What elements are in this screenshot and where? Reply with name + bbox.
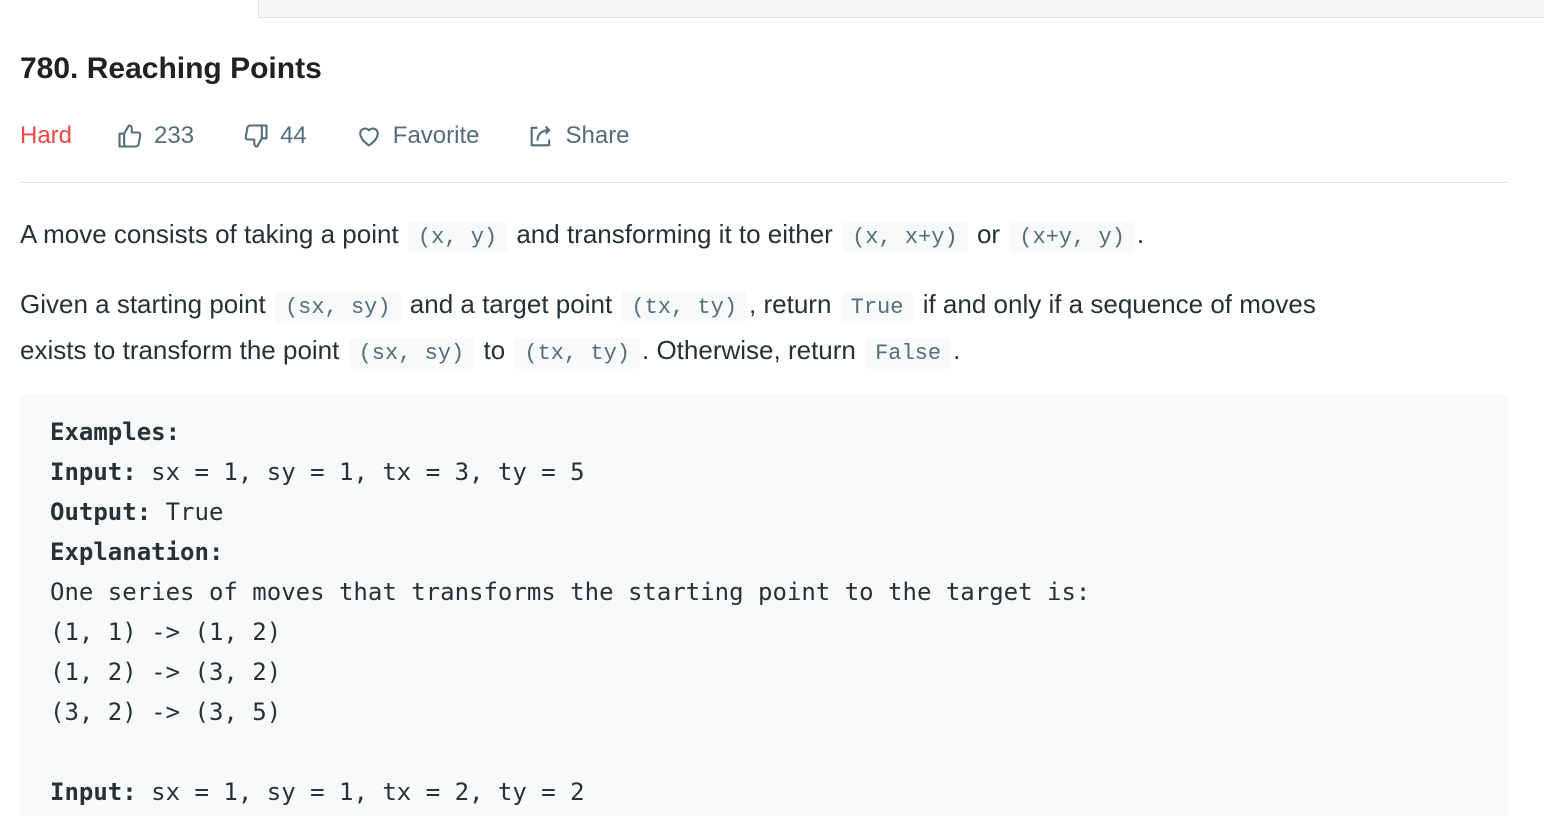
- input-label: Input:: [50, 458, 137, 486]
- inline-code: False: [865, 338, 952, 369]
- inline-code: (tx, ty): [514, 338, 641, 369]
- explanation-text: One series of moves that transforms the …: [50, 578, 1091, 606]
- favorite-button[interactable]: Favorite: [355, 122, 480, 150]
- dislike-button[interactable]: 44: [242, 122, 307, 150]
- thumbs-down-icon: [244, 124, 268, 148]
- move-line: (1, 2) -> (3, 2): [50, 658, 282, 686]
- text-segment: to: [483, 335, 506, 365]
- text-segment: A move consists of taking a point: [20, 219, 399, 249]
- input-value: sx = 1, sy = 1, tx = 3, ty = 5: [136, 458, 585, 486]
- inline-code: (sx, sy): [348, 338, 475, 369]
- favorite-label: Favorite: [392, 122, 480, 149]
- text-segment: and a target point: [409, 289, 613, 319]
- text-segment: if and only if a sequence of moves: [922, 289, 1316, 319]
- output-value: True: [151, 498, 224, 526]
- header-divider: [20, 182, 1508, 183]
- like-button[interactable]: 233: [116, 122, 194, 150]
- description-paragraph-1: A move consists of taking a point (x, y)…: [20, 213, 1144, 259]
- move-line: (1, 1) -> (1, 2): [50, 618, 282, 646]
- text-segment: . Otherwise, return: [642, 335, 856, 365]
- text-segment: exists to transform the point: [20, 335, 340, 365]
- inline-code: True: [840, 292, 914, 323]
- explanation-label: Explanation:: [50, 538, 224, 566]
- input-value: sx = 1, sy = 1, tx = 2, ty = 2: [136, 778, 585, 806]
- share-button[interactable]: Share: [527, 122, 630, 150]
- example-block: Examples: Input: sx = 1, sy = 1, tx = 3,…: [20, 394, 1508, 816]
- input-label: Input:: [50, 778, 137, 806]
- share-label: Share: [565, 122, 630, 149]
- problem-title: 780. Reaching Points: [20, 52, 322, 85]
- dislike-count: 44: [280, 122, 307, 149]
- heart-icon: [358, 127, 379, 147]
- text-segment: , return: [749, 289, 832, 319]
- examples-heading: Examples:: [50, 418, 181, 446]
- thumbs-up-icon: [118, 124, 142, 148]
- like-count: 233: [154, 122, 195, 149]
- share-icon: [531, 125, 551, 147]
- inline-code: (tx, ty): [621, 292, 748, 323]
- example-code: Examples: Input: sx = 1, sy = 1, tx = 3,…: [50, 412, 1478, 812]
- text-segment: Given a starting point: [20, 289, 266, 319]
- inline-code: (x, y): [407, 222, 508, 253]
- inline-code: (sx, sy): [274, 292, 401, 323]
- top-panel-strip: [258, 0, 1544, 18]
- text-segment: or: [976, 219, 1001, 249]
- problem-meta-bar: Hard 233 44 Favorite Share: [20, 118, 678, 154]
- inline-code: (x, x+y): [842, 222, 968, 253]
- description-paragraph-2: Given a starting point (sx, sy) and a ta…: [20, 283, 1316, 375]
- inline-code: (x+y, y): [1009, 222, 1135, 253]
- text-segment: .: [953, 335, 961, 365]
- move-line: (3, 2) -> (3, 5): [50, 698, 282, 726]
- text-segment: .: [1136, 219, 1145, 249]
- difficulty-badge: Hard: [20, 122, 73, 149]
- output-label: Output:: [50, 498, 152, 526]
- text-segment: and transforming it to either: [516, 219, 833, 249]
